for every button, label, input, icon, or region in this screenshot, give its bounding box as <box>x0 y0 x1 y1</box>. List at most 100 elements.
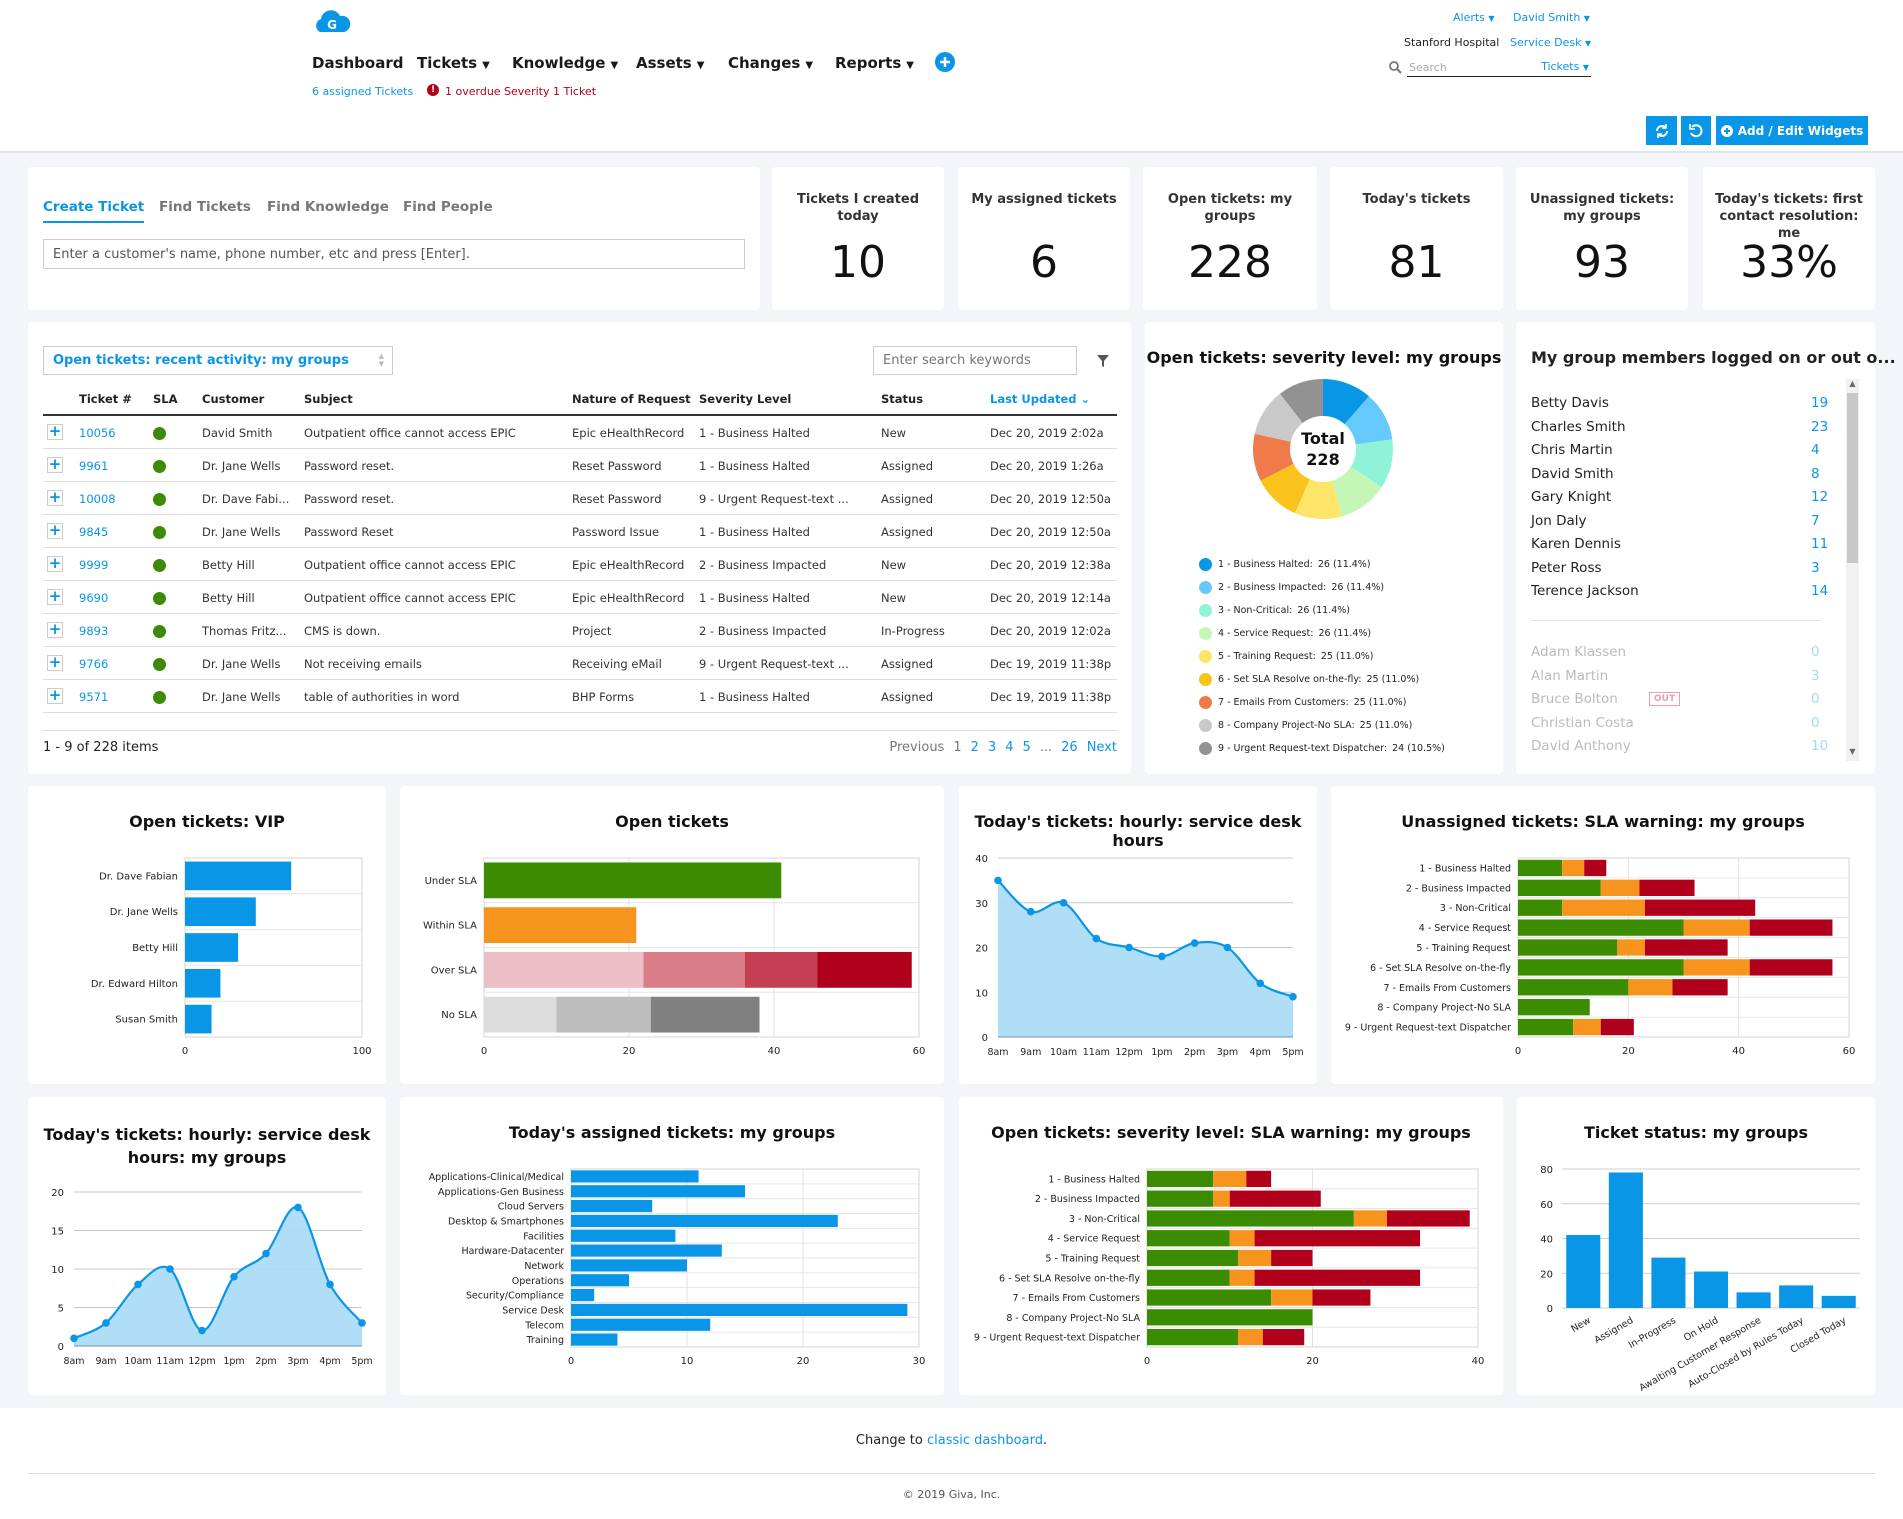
column-header[interactable]: Ticket # <box>79 392 132 406</box>
data-point[interactable] <box>1223 943 1232 952</box>
user-menu[interactable]: David Smith ▼ <box>1513 11 1590 24</box>
bar-segment[interactable] <box>571 1318 711 1331</box>
bar-segment[interactable] <box>484 862 782 899</box>
column-header[interactable]: Last Updated ⌄ <box>990 392 1090 406</box>
bar-segment[interactable] <box>1271 1249 1313 1267</box>
ticket-link[interactable]: 10008 <box>79 492 116 506</box>
bar-segment[interactable] <box>571 1274 629 1287</box>
bar-segment[interactable] <box>571 1229 676 1242</box>
table-row[interactable]: +9961 Dr. Jane Wells Password reset. Reset … <box>43 449 1117 482</box>
stat-card[interactable]: Unassigned tickets: my groups 93 <box>1516 167 1688 310</box>
member-ticket-count[interactable]: 3 <box>1811 560 1820 576</box>
member-item-offline[interactable]: Alan Martin 3 <box>1531 668 1821 690</box>
member-item[interactable]: Chris Martin 4 <box>1531 442 1821 464</box>
bar-segment[interactable] <box>1213 1190 1230 1207</box>
nav-assets[interactable]: Assets ▼ <box>636 54 704 72</box>
data-point[interactable] <box>1158 952 1166 961</box>
reset-layout-button[interactable] <box>1681 116 1711 145</box>
legend-item[interactable]: 2 - Business Impacted: 26 (11.4%) <box>1199 581 1384 594</box>
expand-plus-icon[interactable]: + <box>47 490 63 506</box>
page-button[interactable]: 3 <box>988 740 996 755</box>
member-item[interactable]: Jon Daly 7 <box>1531 513 1821 535</box>
bar-segment[interactable] <box>1229 1190 1321 1207</box>
keyword-search-input[interactable]: Enter search keywords <box>873 346 1077 375</box>
bar-segment[interactable] <box>1518 859 1563 877</box>
view-select[interactable]: Open tickets: recent activity: my groups… <box>43 346 393 375</box>
ticket-link[interactable]: 9845 <box>79 525 108 539</box>
scrollbar-thumb[interactable] <box>1847 393 1858 563</box>
data-point[interactable] <box>134 1280 142 1289</box>
table-row[interactable]: +9893 Thomas Fritz... CMS is down. Project 2… <box>43 614 1117 647</box>
nav-changes[interactable]: Changes ▼ <box>728 54 813 72</box>
bar-segment[interactable] <box>185 968 221 998</box>
bar-segment[interactable] <box>1584 859 1607 877</box>
bar-segment[interactable] <box>1246 1170 1272 1187</box>
page-button[interactable]: 5 <box>1022 740 1030 755</box>
column-header[interactable]: Severity Level <box>699 392 791 406</box>
scrollbar[interactable]: ▲ ▼ <box>1846 379 1859 761</box>
expand-plus-icon[interactable]: + <box>47 424 63 440</box>
column-header[interactable]: Subject <box>304 392 353 406</box>
member-ticket-count[interactable]: 3 <box>1811 668 1820 684</box>
add-edit-widgets-button[interactable]: Add / Edit Widgets <box>1716 116 1868 145</box>
bar-segment[interactable] <box>1147 1269 1230 1286</box>
bar-segment[interactable] <box>185 1004 212 1034</box>
refresh-button[interactable] <box>1646 116 1677 145</box>
member-ticket-count[interactable]: 4 <box>1811 442 1820 458</box>
bar-segment[interactable] <box>1147 1210 1354 1227</box>
legend-item[interactable]: 8 - Company Project-No SLA: 25 (11.0%) <box>1199 719 1412 732</box>
column-bar[interactable] <box>1779 1285 1814 1308</box>
data-point[interactable] <box>230 1272 238 1281</box>
nav-tickets[interactable]: Tickets ▼ <box>417 54 490 72</box>
tab-find-knowledge[interactable]: Find Knowledge <box>267 199 389 221</box>
bar-segment[interactable] <box>1562 899 1645 916</box>
stat-card[interactable]: Tickets I created today 10 <box>772 167 944 310</box>
member-ticket-count[interactable]: 23 <box>1811 419 1828 435</box>
bar-segment[interactable] <box>571 1214 838 1227</box>
filter-icon[interactable] <box>1096 354 1110 368</box>
previous-page-button[interactable]: Previous <box>889 740 944 755</box>
table-row[interactable]: +9571 Dr. Jane Wells table of authorities … <box>43 680 1117 713</box>
bar-segment[interactable] <box>1562 859 1585 877</box>
bar-segment[interactable] <box>1147 1190 1214 1207</box>
expand-plus-icon[interactable]: + <box>47 622 63 638</box>
bar-segment[interactable] <box>1254 1269 1421 1286</box>
data-point[interactable] <box>294 1203 302 1212</box>
bar-segment[interactable] <box>817 951 912 988</box>
bar-segment[interactable] <box>650 996 760 1033</box>
expand-plus-icon[interactable]: + <box>47 688 63 704</box>
ticket-link[interactable]: 9961 <box>79 459 108 473</box>
member-item[interactable]: Karen Dennis 11 <box>1531 536 1828 558</box>
expand-plus-icon[interactable]: + <box>47 655 63 671</box>
ticket-link[interactable]: 9766 <box>79 657 108 671</box>
bar-segment[interactable] <box>1254 1230 1421 1247</box>
bar-segment[interactable] <box>1229 1230 1255 1247</box>
page-button[interactable]: 1 <box>953 740 961 755</box>
page-button[interactable]: 4 <box>1005 740 1013 755</box>
bar-segment[interactable] <box>1262 1329 1305 1346</box>
bar-segment[interactable] <box>1147 1170 1214 1187</box>
member-item[interactable]: Charles Smith 23 <box>1531 419 1828 441</box>
legend-item[interactable]: 9 - Urgent Request-text Dispatcher: 24 (1… <box>1199 742 1445 755</box>
column-header[interactable]: Status <box>881 392 923 406</box>
stat-card[interactable]: Today's tickets 81 <box>1330 167 1503 310</box>
tab-find-tickets[interactable]: Find Tickets <box>159 199 251 221</box>
bar-segment[interactable] <box>1749 919 1833 936</box>
bar-segment[interactable] <box>1238 1329 1263 1346</box>
last-page-button[interactable]: 26 <box>1061 740 1078 755</box>
alerts-menu[interactable]: Alerts ▼ <box>1453 11 1495 24</box>
search-scope-select[interactable]: Tickets ▼ <box>1541 60 1589 73</box>
bar-segment[interactable] <box>484 996 557 1033</box>
nav-reports[interactable]: Reports ▼ <box>835 54 914 72</box>
bar-segment[interactable] <box>1518 979 1629 996</box>
bar-segment[interactable] <box>1147 1329 1239 1346</box>
data-point[interactable] <box>1289 992 1297 1001</box>
bar-segment[interactable] <box>571 1333 618 1346</box>
data-point[interactable] <box>70 1334 78 1343</box>
legend-item[interactable]: 7 - Emails From Customers: 25 (11.0%) <box>1199 696 1406 709</box>
bar-segment[interactable] <box>571 1170 699 1183</box>
bar-segment[interactable] <box>1147 1309 1313 1326</box>
legend-item[interactable]: 1 - Business Halted: 26 (11.4%) <box>1199 558 1371 571</box>
classic-dashboard-link[interactable]: classic dashboard <box>927 1433 1043 1448</box>
bar-segment[interactable] <box>571 1259 687 1272</box>
